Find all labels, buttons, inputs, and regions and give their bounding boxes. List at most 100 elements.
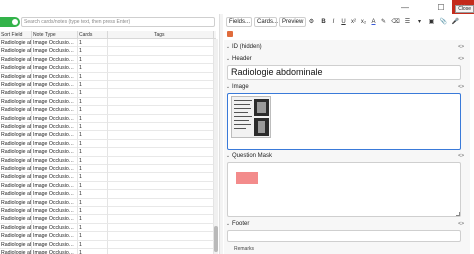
cell-note-type: Image Occlusio… [32, 64, 78, 73]
cell-sort-field: Radiologie abd… [0, 64, 32, 73]
cell-cards: 1 [78, 81, 108, 89]
text-color-button[interactable]: A [369, 17, 378, 27]
minimize-icon[interactable]: — [397, 0, 413, 14]
table-row[interactable]: Radiologie abd…Image Occlusio…1 [0, 207, 216, 216]
preview-button[interactable]: Preview [279, 17, 306, 27]
field-label-id[interactable]: ⌄ ID (hidden) <> [224, 43, 464, 52]
table-row[interactable]: Radiologie abd…Image Occlusio…1 [0, 173, 216, 182]
html-editor-toggle-icon[interactable]: <> [458, 43, 464, 52]
format-dropdown-icon[interactable]: ▾ [415, 17, 424, 27]
cell-tags [108, 89, 214, 98]
cell-tags [108, 106, 214, 115]
table-row[interactable]: Radiologie abd…Image Occlusio…1 [0, 89, 216, 98]
table-row[interactable]: Radiologie abd…Image Occlusio…1 [0, 198, 216, 207]
highlight-icon[interactable]: ✎ [379, 17, 388, 27]
search-input[interactable]: Search cards/notes (type text, then pres… [21, 17, 215, 27]
bold-button[interactable]: B [319, 17, 328, 27]
table-row[interactable]: Radiologie abd…Image Occlusio…1 [0, 190, 216, 199]
italic-button[interactable]: I [329, 17, 338, 27]
cell-sort-field: Radiologie abd… [0, 240, 32, 249]
occlusion-mask-thumbnail[interactable] [236, 172, 258, 184]
cell-sort-field: Radiologie abd… [0, 207, 32, 215]
column-header-cards[interactable]: Cards [78, 31, 108, 39]
cell-tags [108, 123, 214, 131]
scrollbar-track[interactable] [214, 39, 218, 254]
table-row[interactable]: Radiologie abd…Image Occlusio…1 [0, 223, 216, 233]
image-icon[interactable]: ▣ [427, 17, 436, 27]
cards-button[interactable]: Cards... [254, 17, 278, 27]
html-editor-toggle-icon[interactable]: <> [458, 83, 464, 92]
field-label-header[interactable]: ⌄ Header <> [224, 55, 464, 64]
maximize-icon[interactable]: ☐ [433, 0, 449, 14]
table-row[interactable]: Radiologie abd…Image Occlusio…1 [0, 131, 216, 140]
microphone-icon[interactable]: 🎤 [451, 17, 460, 27]
subscript-button[interactable]: x₂ [359, 17, 368, 27]
table-row[interactable]: Radiologie abd…Image Occlusio…1 [0, 47, 216, 56]
chevron-down-icon[interactable]: ⌄ [224, 55, 232, 64]
table-row[interactable]: Radiologie abd…Image Occlusio…1 [0, 156, 216, 165]
cell-tags [108, 249, 214, 254]
cell-sort-field: Radiologie abd… [0, 223, 32, 232]
chevron-down-icon[interactable]: ⌄ [224, 220, 232, 229]
image-occlusion-icon[interactable] [227, 31, 233, 37]
cell-note-type: Image Occlusio… [32, 131, 78, 140]
footer-field[interactable] [227, 230, 461, 242]
table-row[interactable]: Radiologie abd…Image Occlusio…1 [0, 97, 216, 107]
field-label-footer[interactable]: ⌄ Footer <> [224, 220, 464, 229]
html-editor-toggle-icon[interactable]: <> [458, 55, 464, 64]
gear-icon[interactable]: ⚙ [307, 17, 316, 27]
column-header-note-type[interactable]: Note Type [32, 31, 78, 39]
table-row[interactable]: Radiologie abd…Image Occlusio…1 [0, 181, 216, 191]
cell-sort-field: Radiologie abd… [0, 215, 32, 224]
eraser-icon[interactable]: ⌫ [391, 17, 400, 27]
table-row[interactable]: Radiologie abd…Image Occlusio…1 [0, 249, 216, 254]
field-label-question-mask[interactable]: ⌄ Question Mask <> [224, 152, 464, 161]
column-header-tags[interactable]: Tags [108, 31, 214, 39]
table-row[interactable]: Radiologie abd…Image Occlusio…1 [0, 114, 216, 123]
cell-cards: 1 [78, 207, 108, 215]
table-row[interactable]: Radiologie abd…Image Occlusio…1 [0, 165, 216, 174]
pane-splitter[interactable] [219, 14, 223, 254]
chevron-down-icon[interactable]: ⌄ [224, 83, 232, 92]
cell-cards: 1 [78, 223, 108, 232]
table-row[interactable]: Radiologie abd…Image Occlusio…1 [0, 72, 216, 81]
column-header-sort-field[interactable]: Sort Field [0, 31, 32, 39]
table-row[interactable]: Radiologie abd…Image Occlusio…1 [0, 106, 216, 115]
list-icon[interactable]: ☰ [403, 17, 412, 27]
cell-cards: 1 [78, 89, 108, 98]
cell-sort-field: Radiologie abd… [0, 190, 32, 199]
card-list: Radiologie abd…Image Occlusio…1Radiologi… [0, 39, 216, 254]
chevron-down-icon[interactable]: ⌄ [224, 43, 232, 52]
table-row[interactable]: Radiologie abd…Image Occlusio…1 [0, 81, 216, 90]
table-row[interactable]: Radiologie abd…Image Occlusio…1 [0, 232, 216, 241]
cell-cards: 1 [78, 173, 108, 182]
header-field[interactable]: Radiologie abdominale [227, 65, 461, 80]
table-row[interactable]: Radiologie abd…Image Occlusio…1 [0, 64, 216, 73]
field-label-remarks[interactable]: Remarks [234, 246, 254, 252]
table-row[interactable]: Radiologie abd…Image Occlusio…1 [0, 148, 216, 157]
radiology-image-thumbnail[interactable] [231, 96, 271, 138]
attach-icon[interactable]: 📎 [439, 17, 448, 27]
resize-handle[interactable] [456, 212, 460, 216]
cell-tags [108, 81, 214, 89]
table-row[interactable]: Radiologie abd…Image Occlusio…1 [0, 39, 216, 48]
chevron-down-icon[interactable]: ⌄ [224, 152, 232, 161]
html-editor-toggle-icon[interactable]: <> [458, 152, 464, 161]
cell-tags [108, 215, 214, 224]
table-row[interactable]: Radiologie abd…Image Occlusio…1 [0, 55, 216, 65]
cell-cards: 1 [78, 249, 108, 254]
question-mask-field[interactable] [227, 162, 461, 217]
cell-sort-field: Radiologie abd… [0, 81, 32, 89]
field-label-image[interactable]: ⌄ Image <> [224, 83, 464, 92]
table-row[interactable]: Radiologie abd…Image Occlusio…1 [0, 215, 216, 224]
cards-notes-toggle[interactable] [0, 17, 20, 27]
table-row[interactable]: Radiologie abd…Image Occlusio…1 [0, 123, 216, 132]
fields-button[interactable]: Fields... [226, 17, 252, 27]
underline-button[interactable]: U [339, 17, 348, 27]
superscript-button[interactable]: x² [349, 17, 358, 27]
table-row[interactable]: Radiologie abd…Image Occlusio…1 [0, 240, 216, 249]
image-field[interactable] [227, 93, 461, 150]
html-editor-toggle-icon[interactable]: <> [458, 220, 464, 229]
table-row[interactable]: Radiologie abd…Image Occlusio…1 [0, 139, 216, 149]
scrollbar-thumb[interactable] [214, 226, 218, 252]
